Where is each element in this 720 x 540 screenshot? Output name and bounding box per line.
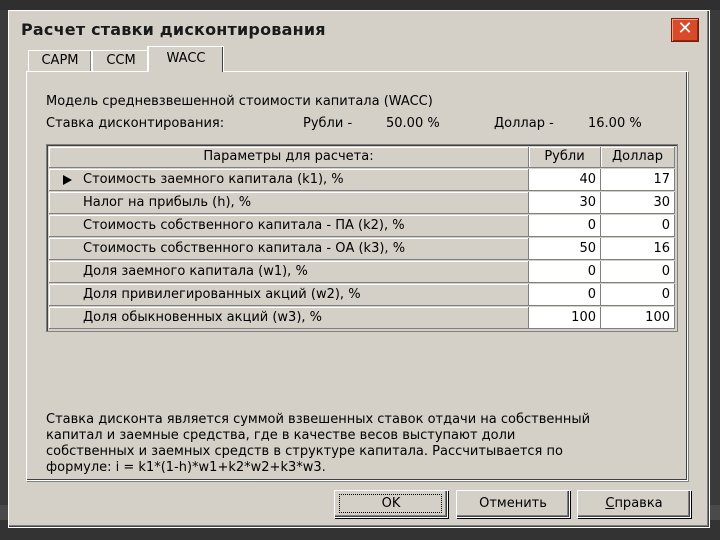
header-parameters[interactable]: Параметры для расчета: [49, 147, 529, 168]
tab-wacc[interactable]: WACC [148, 46, 224, 72]
help-button-label: правка [614, 496, 663, 511]
header-rub[interactable]: Рубли [529, 147, 601, 168]
row-name: Налог на прибыль (h), % [49, 192, 529, 214]
tab-ccm-label: CCM [106, 53, 136, 68]
cell-usd[interactable]: 0 [601, 261, 675, 283]
cell-rub[interactable]: 30 [529, 192, 601, 214]
row-name: Доля привилегированных акций (w2), % [49, 284, 529, 306]
rate-rub-value: 50.00 % [386, 116, 440, 131]
cancel-button-label: Отменить [479, 496, 547, 511]
cell-rub[interactable]: 0 [529, 284, 601, 306]
tab-capm-label: CAPM [41, 53, 79, 68]
tab-capm[interactable]: CAPM [28, 50, 92, 71]
model-title: Модель средневзвешенной стоимости капита… [46, 94, 433, 109]
cell-rub[interactable]: 0 [529, 215, 601, 237]
cell-rub[interactable]: 100 [529, 307, 601, 329]
table-row[interactable]: Доля привилегированных акций (w2), % 0 0 [49, 284, 675, 307]
focus-rectangle [339, 494, 442, 513]
ok-button[interactable]: OK [334, 490, 448, 518]
rate-usd-value: 16.00 % [588, 116, 642, 131]
table-row[interactable]: Доля заемного капитала (w1), % 0 0 [49, 261, 675, 284]
rate-usd-label: Доллар - [494, 116, 554, 131]
row-name: Стоимость заемного капитала (k1), % [49, 169, 529, 191]
cancel-button[interactable]: Отменить [456, 490, 570, 518]
cell-usd[interactable]: 100 [601, 307, 675, 329]
current-row-icon [63, 175, 72, 185]
tab-ccm[interactable]: CCM [92, 50, 150, 71]
grid-header: Параметры для расчета: Рубли Доллар [49, 147, 675, 169]
header-usd[interactable]: Доллар [601, 147, 675, 168]
table-row[interactable]: Доля обыкновенных акций (w3), % 100 100 [49, 307, 675, 330]
table-row[interactable]: Налог на прибыль (h), % 30 30 [49, 192, 675, 215]
row-name: Стоимость собственного капитала - ОА (k3… [49, 238, 529, 260]
cell-usd[interactable]: 0 [601, 215, 675, 237]
close-button[interactable]: ✕ [671, 18, 699, 42]
formula-description: Ставка дисконта является суммой взвешенн… [46, 412, 591, 475]
help-button[interactable]: Справка [577, 490, 691, 518]
table-row[interactable]: Стоимость собственного капитала - ОА (k3… [49, 238, 675, 261]
row-name: Доля обыкновенных акций (w3), % [49, 307, 529, 329]
tab-wacc-label: WACC [166, 51, 206, 66]
table-row[interactable]: Стоимость собственного капитала - ПА (k2… [49, 215, 675, 238]
cell-usd[interactable]: 30 [601, 192, 675, 214]
rate-rub-label: Рубли - [303, 116, 353, 131]
rate-label: Ставка дисконтирования: [46, 116, 225, 131]
background-top [0, 0, 720, 10]
cell-rub[interactable]: 40 [529, 169, 601, 191]
cell-usd[interactable]: 16 [601, 238, 675, 260]
cell-usd[interactable]: 0 [601, 284, 675, 306]
title-bar[interactable]: Расчет ставки дисконтирования ✕ [13, 15, 705, 45]
cell-rub[interactable]: 50 [529, 238, 601, 260]
cell-rub[interactable]: 0 [529, 261, 601, 283]
row-name: Стоимость собственного капитала - ПА (k2… [49, 215, 529, 237]
parameters-grid[interactable]: Параметры для расчета: Рубли Доллар Стои… [46, 144, 678, 332]
cell-usd[interactable]: 17 [601, 169, 675, 191]
row-name: Доля заемного капитала (w1), % [49, 261, 529, 283]
close-icon: ✕ [677, 18, 693, 39]
row-name-text: Стоимость заемного капитала (k1), % [83, 172, 344, 187]
window-title: Расчет ставки дисконтирования [21, 20, 326, 39]
table-row[interactable]: Стоимость заемного капитала (k1), % 40 1… [49, 169, 675, 192]
